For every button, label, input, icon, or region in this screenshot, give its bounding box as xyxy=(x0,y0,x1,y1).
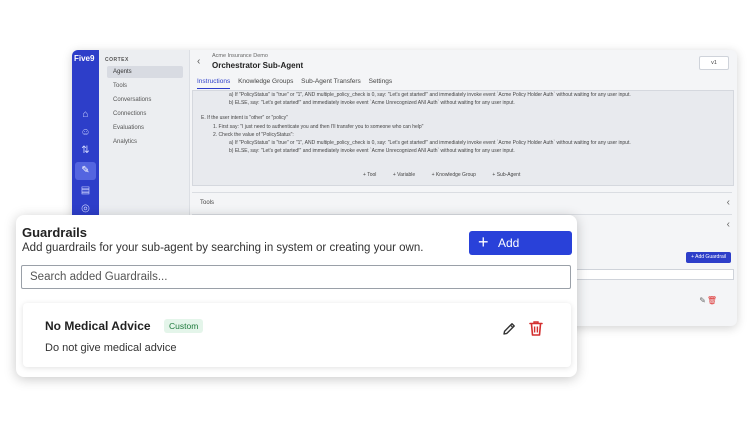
sidebar-item-analytics[interactable]: Analytics xyxy=(107,136,183,148)
page-title: Orchestrator Sub-Agent xyxy=(212,61,304,70)
add-guardrail-button[interactable]: + Add Guardrail xyxy=(469,231,572,274)
reports-icon[interactable]: ▤ xyxy=(79,184,92,197)
search-guardrails-input[interactable]: Search added Guardrails... xyxy=(21,265,571,289)
guardrail-description: Do not give medical advice xyxy=(45,342,177,354)
home-icon[interactable]: ⌂ xyxy=(79,108,92,121)
chevron-left-icon[interactable]: ‹ xyxy=(727,193,730,213)
instructions-editor[interactable]: a) If "PolicyStatus" is "true" or "1", A… xyxy=(192,90,734,186)
version-select[interactable]: v1 xyxy=(699,56,729,70)
agents-icon[interactable]: ✎ xyxy=(75,162,96,180)
sidebar-item-conversations[interactable]: Conversations xyxy=(107,94,183,106)
plus-icon: + xyxy=(478,232,489,252)
custom-badge: Custom xyxy=(164,319,204,333)
instruction-line: 1. First say: "I just need to authentica… xyxy=(213,124,424,130)
breadcrumb[interactable]: Acme Insurance Demo xyxy=(212,53,268,59)
tab-bar: Instructions Knowledge Groups Sub-Agent … xyxy=(197,78,398,89)
five9-logo: Five9 xyxy=(74,54,95,63)
sidebar-item-connections[interactable]: Connections xyxy=(107,108,183,120)
settings-icon[interactable]: ◎ xyxy=(79,202,92,215)
sidebar-item-evaluations[interactable]: Evaluations xyxy=(107,122,183,134)
insert-knowledge-group-chip[interactable]: + Knowledge Group xyxy=(432,172,476,178)
instruction-line: 2. Check the value of "PolicyStatus": xyxy=(213,132,294,138)
chevron-left-icon[interactable]: ‹ xyxy=(727,215,730,235)
pencil-icon[interactable]: ✎ xyxy=(699,296,706,305)
insert-sub-agent-chip[interactable]: + Sub-Agent xyxy=(492,172,520,178)
add-guardrail-small-button[interactable]: + Add Guardrail xyxy=(686,252,731,263)
pencil-icon[interactable] xyxy=(501,321,517,337)
back-chevron-icon[interactable]: ‹ xyxy=(197,56,200,67)
routing-icon[interactable]: ⇅ xyxy=(79,144,92,157)
insert-tool-chip[interactable]: + Tool xyxy=(363,172,376,178)
sidebar-item-tools[interactable]: Tools xyxy=(107,80,183,92)
trash-icon[interactable]: 🗑 xyxy=(707,296,717,305)
instruction-line: b) ELSE, say: "Let's get started!" and i… xyxy=(229,100,515,106)
sidebar-item-agents[interactable]: Agents xyxy=(107,66,183,78)
tab-sub-agent-transfers[interactable]: Sub-Agent Transfers xyxy=(301,78,361,88)
instruction-line: a) If "PolicyStatus" is "true" or "1", A… xyxy=(229,140,631,146)
tab-instructions[interactable]: Instructions xyxy=(197,78,231,89)
guardrail-name: No Medical Advice xyxy=(45,319,151,333)
tab-settings[interactable]: Settings xyxy=(369,78,393,88)
instruction-line: E. If the user intent is "other" or "pol… xyxy=(201,115,288,121)
tab-knowledge-groups[interactable]: Knowledge Groups xyxy=(238,78,293,88)
insert-chips: + Tool + Variable + Knowledge Group + Su… xyxy=(363,163,532,181)
trash-icon[interactable] xyxy=(528,320,544,337)
sidebar-section-title: CORTEX xyxy=(105,57,129,63)
guardrails-card: Guardrails Add guardrails for your sub-a… xyxy=(16,215,577,377)
instruction-line: b) ELSE, say: "Let's get started!" and i… xyxy=(229,148,515,154)
users-icon[interactable]: ☺ xyxy=(79,126,92,139)
guardrails-title: Guardrails xyxy=(22,225,88,240)
tools-section[interactable]: Tools ‹ xyxy=(192,192,732,212)
instruction-line: a) If "PolicyStatus" is "true" or "1", A… xyxy=(229,92,631,98)
guardrail-list-item[interactable]: No Medical Advice Custom Do not give med… xyxy=(23,303,571,367)
guardrails-subtitle: Add guardrails for your sub-agent by sea… xyxy=(22,242,424,254)
insert-variable-chip[interactable]: + Variable xyxy=(393,172,415,178)
tools-section-label: Tools xyxy=(200,200,215,206)
